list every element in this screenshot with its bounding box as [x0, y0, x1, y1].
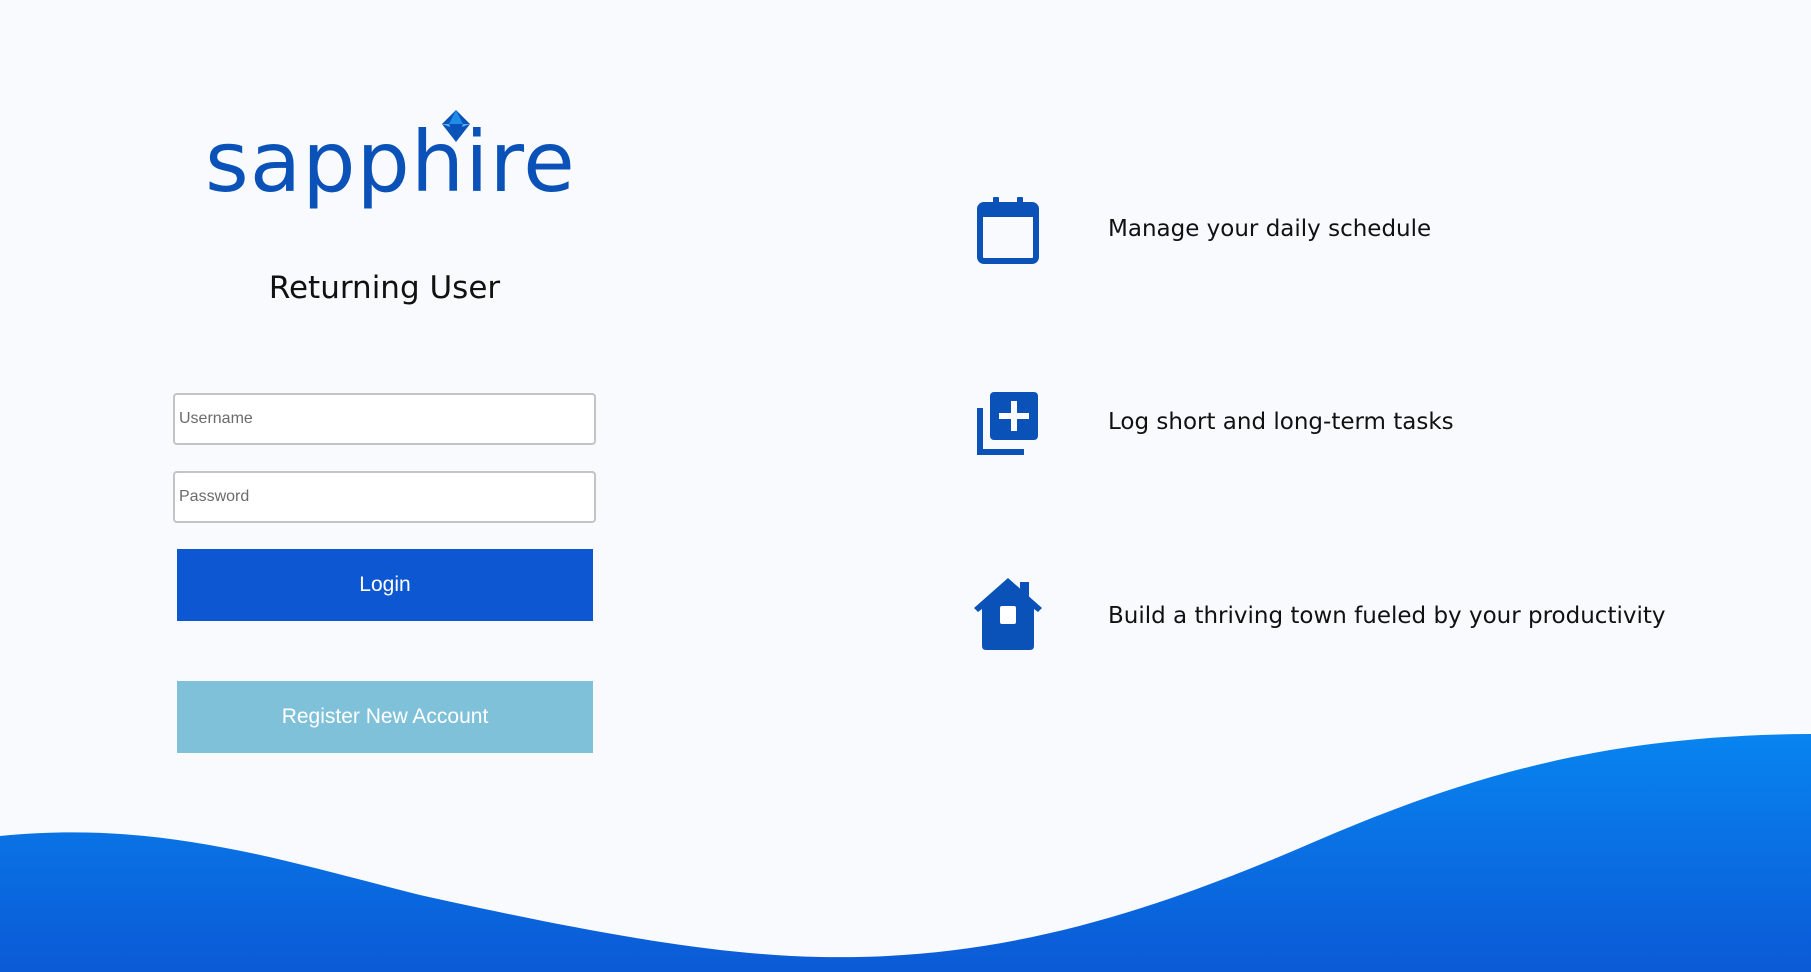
add-task-icon — [977, 392, 1038, 455]
feature-tasks: Log short and long-term tasks — [968, 382, 1668, 462]
password-input[interactable] — [173, 471, 596, 523]
sapphire-logo: sapphire — [205, 105, 575, 220]
feature-text: Log short and long-term tasks — [1108, 409, 1454, 435]
feature-text: Manage your daily schedule — [1108, 216, 1432, 242]
feature-town: Build a thriving town fueled by your pro… — [968, 576, 1668, 656]
username-input[interactable] — [173, 393, 596, 445]
login-button[interactable]: Login — [177, 549, 593, 621]
feature-schedule: Manage your daily schedule — [968, 189, 1668, 269]
diamond-icon — [442, 110, 470, 142]
feature-text: Build a thriving town fueled by your pro… — [1108, 603, 1666, 629]
login-page: sapphire Returning User Login Register N… — [0, 0, 1811, 972]
house-icon — [974, 578, 1042, 650]
register-button[interactable]: Register New Account — [177, 681, 593, 753]
logo-wordmark: sapphire — [205, 113, 576, 211]
page-title: Returning User — [268, 270, 501, 306]
calendar-icon — [977, 197, 1039, 264]
